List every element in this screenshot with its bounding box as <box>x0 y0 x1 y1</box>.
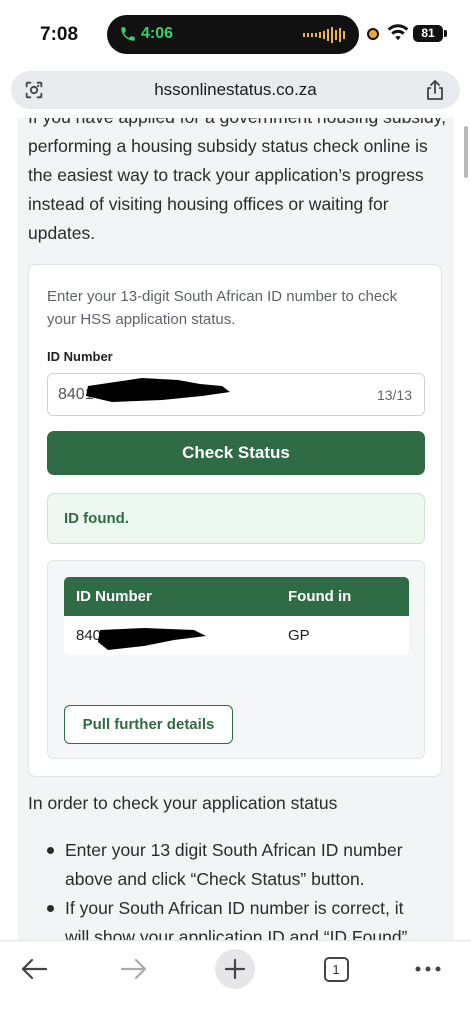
call-duration: 4:06 <box>141 25 174 42</box>
result-panel: ID Number Found in 840 GP Pull further d… <box>47 560 425 759</box>
result-table: ID Number Found in 840 GP <box>64 577 409 655</box>
instructions-title: In order to check your application statu… <box>28 793 338 813</box>
list-item: If your South African ID number is corre… <box>45 894 425 940</box>
redaction-scribble <box>98 628 206 650</box>
intro-paragraph: If you have applied for a government hou… <box>28 118 446 243</box>
new-tab-button[interactable] <box>215 949 255 989</box>
plus-icon <box>224 958 246 980</box>
back-button[interactable] <box>14 949 54 989</box>
character-counter: 13/13 <box>376 387 412 403</box>
form-description: Enter your 13-digit South African ID num… <box>47 288 398 328</box>
more-menu-button[interactable] <box>408 949 448 989</box>
dynamic-island-call[interactable]: 4:06 <box>107 15 359 54</box>
wifi-icon <box>387 24 409 41</box>
column-header-id-number: ID Number <box>76 588 152 605</box>
list-item: Enter your 13 digit South African ID num… <box>45 836 425 894</box>
tabs-button[interactable]: 1 <box>316 949 356 989</box>
table-row: 840 GP <box>64 616 409 655</box>
tabs-icon: 1 <box>323 956 349 982</box>
url-text[interactable]: hssonlinestatus.co.za <box>11 80 460 100</box>
forward-button[interactable] <box>114 949 154 989</box>
browser-toolbar: 1 <box>0 940 471 1024</box>
id-number-input[interactable]: 8401 13/13 <box>47 373 425 416</box>
id-number-label: ID Number <box>47 349 113 364</box>
audio-waveform-icon <box>303 27 345 43</box>
check-status-button[interactable]: Check Status <box>47 431 425 475</box>
battery-tip <box>444 30 447 37</box>
phone-icon <box>121 27 135 41</box>
status-check-card: Enter your 13-digit South African ID num… <box>28 264 442 777</box>
recording-indicator-icon <box>367 28 379 40</box>
more-dots-icon <box>415 966 441 972</box>
scrollbar-thumb[interactable] <box>464 126 468 178</box>
share-icon[interactable] <box>425 79 445 101</box>
instructions-list: Enter your 13 digit South African ID num… <box>45 836 425 940</box>
column-header-found-in: Found in <box>288 588 352 605</box>
alert-message: ID found. <box>64 510 129 527</box>
address-bar[interactable]: hssonlinestatus.co.za <box>11 71 460 109</box>
arrow-left-icon <box>21 958 48 980</box>
pull-further-details-button[interactable]: Pull further details <box>64 705 233 744</box>
redaction-scribble <box>86 378 230 402</box>
status-bar: 7:08 4:06 81 <box>0 0 471 66</box>
cell-found-in: GP <box>288 627 310 644</box>
table-header: ID Number Found in <box>64 577 409 616</box>
arrow-right-icon <box>120 958 147 980</box>
id-found-alert: ID found. <box>47 493 425 544</box>
page-content[interactable]: If you have applied for a government hou… <box>17 118 454 940</box>
battery-indicator: 81 <box>413 25 443 42</box>
status-clock: 7:08 <box>40 24 79 45</box>
